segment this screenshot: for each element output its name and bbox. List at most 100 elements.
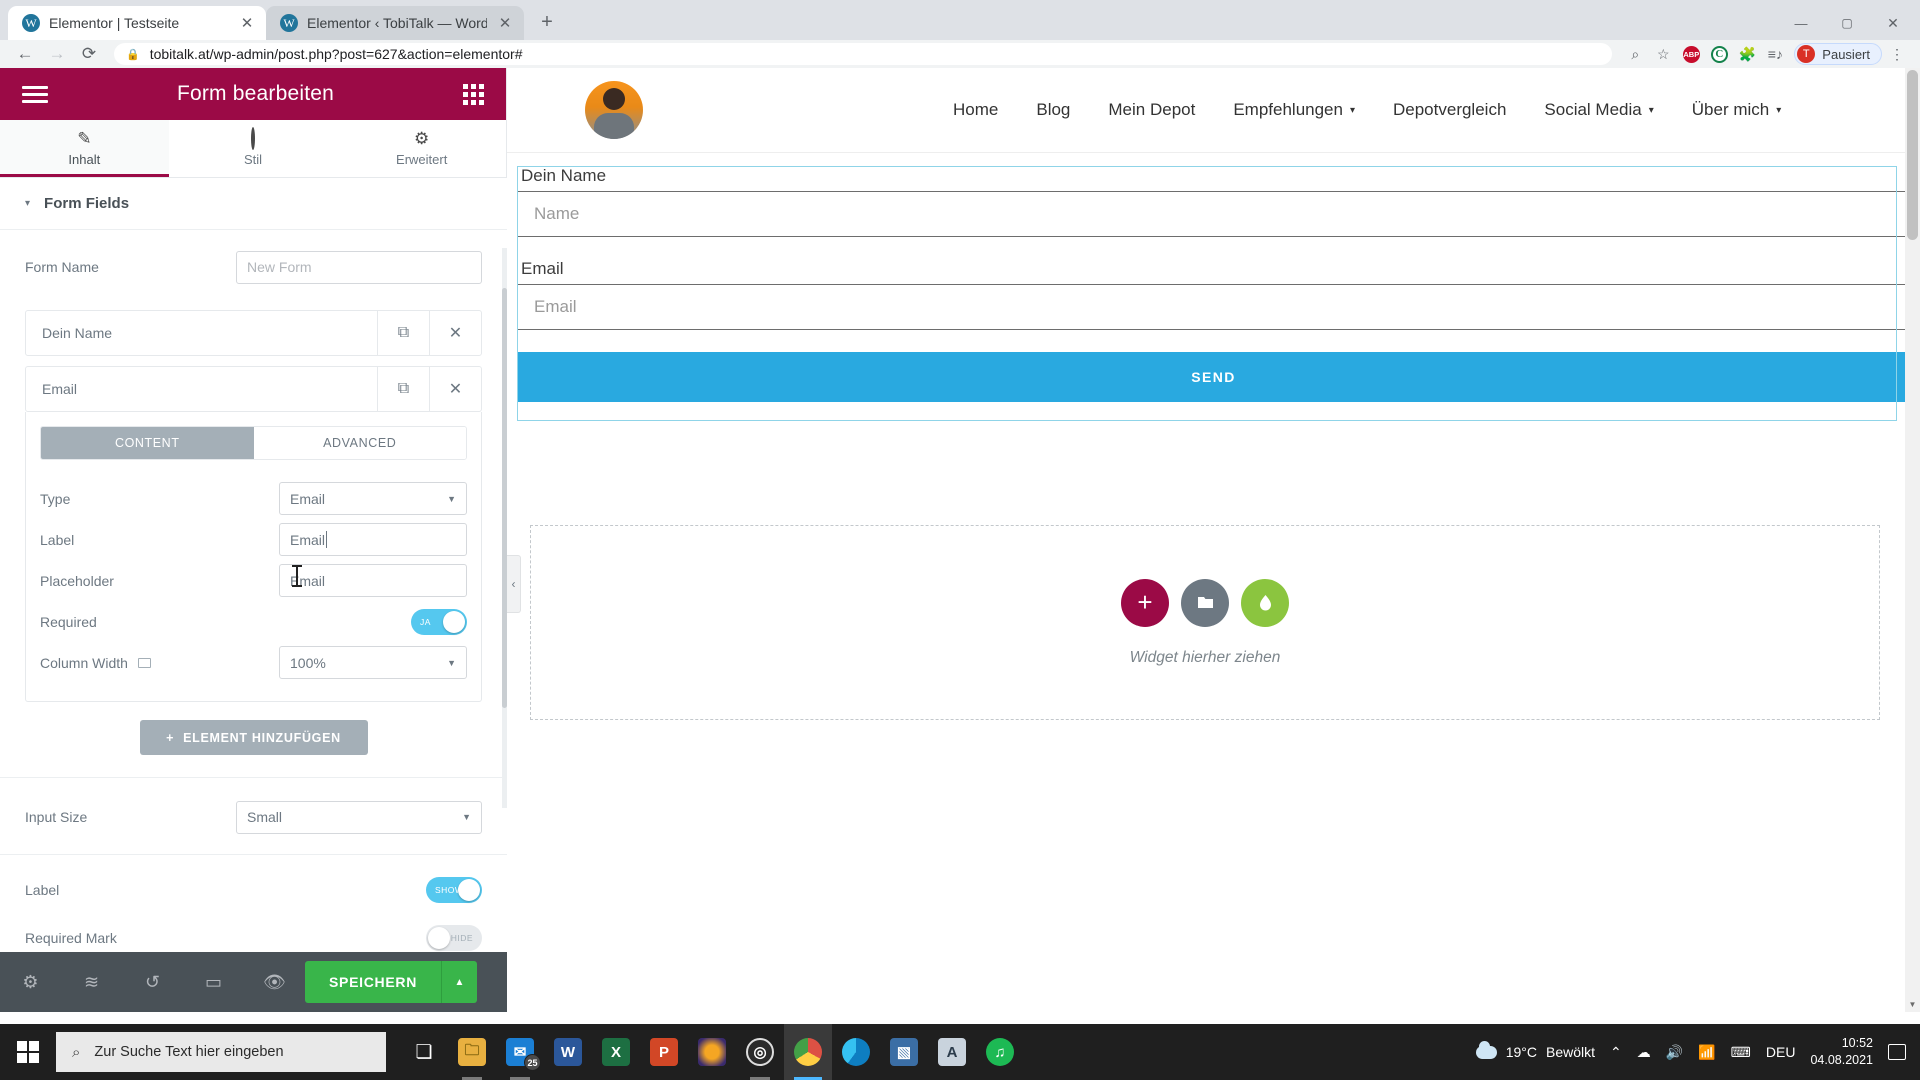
email-input[interactable]: Email [517,284,1910,330]
adblock-plus-icon[interactable]: ABP [1678,42,1704,66]
label-toggle[interactable]: SHOW [426,877,482,903]
clock[interactable]: 10:52 04.08.2021 [1810,1035,1873,1069]
placeholder-input[interactable]: Email [279,564,467,597]
monitor-icon[interactable] [137,657,151,668]
history-icon[interactable]: ↺ [122,972,183,993]
tray-expand-chevron-icon[interactable]: ⌃ [1610,1044,1622,1061]
taskbar-app-powerpoint[interactable]: P [640,1024,688,1080]
save-options-arrow-icon[interactable]: ▲ [441,961,477,1003]
address-bar[interactable]: 🔒 tobitalk.at/wp-admin/post.php?post=627… [114,43,1613,65]
taskbar-app-word[interactable]: W [544,1024,592,1080]
send-button[interactable]: SEND [517,352,1910,402]
taskbar-app-obs-studio[interactable]: ◎ [736,1024,784,1080]
taskbar-app-photo[interactable]: ▧ [880,1024,928,1080]
taskbar-app-mail[interactable]: ✉ 25 [496,1024,544,1080]
scrollbar-thumb[interactable] [1907,70,1918,240]
keyboard-icon[interactable]: ⌨ [1731,1044,1751,1061]
profile-button[interactable]: T Pausiert [1794,43,1882,65]
close-icon[interactable]: ✕ [496,14,514,32]
extensions-puzzle-icon[interactable]: 🧩 [1734,42,1760,66]
taskbar-app-colorful[interactable] [688,1024,736,1080]
task-view-icon[interactable]: ❏ [400,1024,448,1080]
settings-gear-icon[interactable]: ⚙ [0,972,61,993]
new-tab-button[interactable]: + [532,7,562,37]
leaf-icon[interactable] [1241,578,1289,627]
browser-tab-1[interactable]: W Elementor | Testseite ✕ [8,6,266,40]
windows-logo-icon[interactable] [0,1024,56,1080]
widgets-grid-icon[interactable] [462,83,484,105]
repeater-item-dein-name[interactable]: Dein Name ⧉ ✕ [25,310,482,356]
weather-widget[interactable]: 19°C Bewölkt [1475,1040,1595,1060]
chevron-left-icon[interactable]: ‹ [507,555,521,613]
taskbar-app-spotify[interactable]: ♫ [976,1024,1024,1080]
folder-icon[interactable] [1181,578,1229,627]
reading-list-icon[interactable]: ≡♪ [1762,42,1788,66]
browser-tab-2[interactable]: W Elementor ‹ TobiTalk — WordPre ✕ [266,6,524,40]
tab-erweitert[interactable]: ⚙ Erweitert [337,120,507,177]
input-size-value: Small [247,809,283,825]
required-mark-toggle[interactable]: HIDE [426,925,482,951]
search-input[interactable]: ⌕ Zur Suche Text hier eingeben [56,1032,386,1072]
nav-item-ueber-mich[interactable]: Über mich ▾ [1692,100,1782,120]
tab-label: Erweitert [396,152,448,167]
notifications-icon[interactable] [1888,1044,1906,1060]
tab-stil[interactable]: Stil [168,120,338,177]
taskbar-app-notes[interactable]: A [928,1024,976,1080]
taskbar-app-google-chrome[interactable] [784,1024,832,1080]
language-indicator[interactable]: DEU [1766,1044,1796,1060]
navigator-layers-icon[interactable]: ≋ [61,972,122,993]
name-input[interactable]: Name [517,191,1910,237]
back-icon[interactable]: ← [10,41,40,67]
page-scrollbar[interactable]: ▲ ▼ [1905,68,1920,1012]
drop-zone[interactable]: + Widget hierher ziehen [530,525,1880,720]
chrome-menu-icon[interactable]: ⋮ [1884,42,1910,66]
onedrive-icon[interactable]: ☁ [1637,1044,1651,1061]
taskbar-app-excel[interactable]: X [592,1024,640,1080]
nav-item-home[interactable]: Home [953,100,998,120]
save-button[interactable]: SPEICHERN [305,961,441,1003]
field-title: Email [42,381,78,397]
repeater-item-email[interactable]: Email ⧉ ✕ [25,366,482,412]
nav-item-social-media[interactable]: Social Media ▾ [1544,100,1653,120]
duplicate-icon[interactable]: ⧉ [377,311,429,355]
taskbar-app-microsoft-edge[interactable] [832,1024,880,1080]
responsive-mode-icon[interactable]: ▭ [183,972,244,993]
volume-icon[interactable]: 🔊 [1666,1044,1683,1061]
network-icon[interactable]: 📶 [1698,1044,1715,1061]
maximize-button[interactable]: ▢ [1824,16,1870,30]
close-icon[interactable]: ✕ [429,311,481,355]
taskbar-app-file-explorer[interactable]: 🗀 [448,1024,496,1080]
close-icon[interactable]: ✕ [429,367,481,411]
input-size-select[interactable]: Small ▼ [236,800,482,834]
scroll-down-icon[interactable]: ▼ [1905,997,1920,1012]
avatar[interactable] [585,81,643,139]
panel-body: ▾ Form Fields Form Name New Form Dein Na… [0,178,507,952]
duplicate-icon[interactable]: ⧉ [377,367,429,411]
zoom-icon[interactable]: ⌕ [1622,42,1648,66]
nav-item-blog[interactable]: Blog [1036,100,1070,120]
hamburger-icon[interactable] [22,82,48,107]
tab-inhalt[interactable]: ✎ Inhalt [0,120,169,177]
nav-item-depotvergleich[interactable]: Depotvergleich [1393,100,1506,120]
required-toggle[interactable]: JA [411,608,467,635]
form-name-input[interactable]: New Form [236,250,482,284]
add-item-button[interactable]: + ELEMENT HINZUFÜGEN [139,720,368,755]
close-window-button[interactable]: ✕ [1870,15,1916,32]
forward-icon[interactable]: → [42,41,72,67]
preview-eye-icon[interactable]: 👁 [244,972,305,993]
tab-advanced[interactable]: ADVANCED [253,427,466,459]
nav-item-empfehlungen[interactable]: Empfehlungen ▾ [1233,100,1355,120]
tab-content[interactable]: CONTENT [41,427,254,459]
close-icon[interactable]: ✕ [238,14,256,32]
plus-icon[interactable]: + [1121,578,1169,627]
type-select[interactable]: Email ▼ [279,482,467,515]
plus-icon: + [166,730,175,745]
extension-c-icon[interactable]: C [1706,42,1732,66]
reload-icon[interactable]: ⟳ [74,41,104,67]
minimize-button[interactable]: — [1778,16,1824,31]
label-input[interactable]: Email [279,523,467,556]
section-form-fields[interactable]: ▾ Form Fields [0,178,507,230]
column-width-select[interactable]: 100% ▼ [279,646,467,679]
bookmark-star-icon[interactable]: ☆ [1650,42,1676,66]
nav-item-mein-depot[interactable]: Mein Depot [1108,100,1195,120]
